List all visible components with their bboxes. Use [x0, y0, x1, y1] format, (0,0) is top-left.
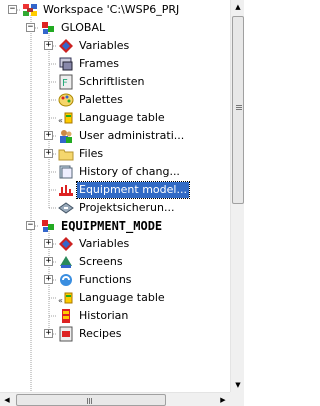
- workspace-tree[interactable]: − Workspace 'C:\WSP6_PRJ − GLOBAL + Variables…: [0, 0, 230, 392]
- tree-item[interactable]: History of chang...: [77, 164, 182, 180]
- tree-item[interactable]: Variables: [77, 236, 131, 252]
- tree-item[interactable]: Screens: [77, 254, 125, 270]
- user-admin-icon: [58, 128, 74, 144]
- expand-toggle[interactable]: +: [44, 41, 53, 50]
- expand-toggle[interactable]: +: [44, 275, 53, 284]
- tree-item[interactable]: EQUIPMENT_MODE: [59, 218, 164, 234]
- collapse-toggle[interactable]: −: [26, 23, 35, 32]
- expand-toggle[interactable]: +: [44, 131, 53, 140]
- tree-item[interactable]: Files: [77, 146, 105, 162]
- expand-toggle[interactable]: +: [44, 329, 53, 338]
- scroll-left-button[interactable]: ◀: [0, 393, 14, 406]
- vertical-scroll-thumb[interactable]: [232, 16, 244, 204]
- scroll-right-button[interactable]: ▶: [216, 393, 230, 406]
- equipment-model-icon: [58, 182, 74, 198]
- screens-icon: [58, 254, 74, 270]
- tree-item[interactable]: User administrati...: [77, 128, 186, 144]
- workspace-tree-panel: − Workspace 'C:\WSP6_PRJ − GLOBAL + Variables…: [0, 0, 244, 406]
- frames-icon: [58, 56, 74, 72]
- horizontal-scrollbar[interactable]: ◀ ▶: [0, 392, 230, 406]
- tree-item[interactable]: Language table: [77, 290, 167, 306]
- project-icon: [40, 20, 56, 36]
- expand-toggle[interactable]: +: [44, 257, 53, 266]
- language-table-icon: «: [58, 110, 74, 126]
- tree-item[interactable]: Palettes: [77, 92, 125, 108]
- tree-item[interactable]: Language table: [77, 110, 167, 126]
- tree-item[interactable]: Functions: [77, 272, 134, 288]
- vertical-scrollbar[interactable]: ▲ ▼: [230, 0, 244, 392]
- variables-icon: [58, 236, 74, 252]
- tree-item[interactable]: Schriftlisten: [77, 74, 146, 90]
- tree-item[interactable]: Variables: [77, 38, 131, 54]
- tree-item[interactable]: Workspace 'C:\WSP6_PRJ: [41, 2, 181, 18]
- history-icon: [58, 164, 74, 180]
- horizontal-scroll-thumb[interactable]: [16, 394, 166, 406]
- collapse-toggle[interactable]: −: [8, 5, 17, 14]
- expand-toggle[interactable]: +: [44, 239, 53, 248]
- svg-text:«: «: [58, 116, 63, 125]
- project-backup-icon: [58, 200, 74, 216]
- language-table-icon: «: [58, 290, 74, 306]
- tree-item[interactable]: Recipes: [77, 326, 124, 342]
- expand-toggle[interactable]: +: [44, 149, 53, 158]
- svg-text:F: F: [62, 78, 68, 89]
- tree-item[interactable]: GLOBAL: [59, 20, 107, 36]
- project-icon: [40, 218, 56, 234]
- tree-item[interactable]: Projektsicherun...: [77, 200, 177, 216]
- scrollbar-corner: [230, 392, 244, 406]
- historian-icon: [58, 308, 74, 324]
- tree-item[interactable]: Historian: [77, 308, 130, 324]
- palette-icon: [58, 92, 74, 108]
- tree-item-selected[interactable]: Equipment model...: [76, 181, 190, 199]
- svg-text:«: «: [58, 296, 63, 305]
- functions-icon: [58, 272, 74, 288]
- scroll-up-button[interactable]: ▲: [231, 0, 244, 14]
- tree-item[interactable]: Frames: [77, 56, 121, 72]
- variables-icon: [58, 38, 74, 54]
- scroll-down-button[interactable]: ▼: [231, 378, 244, 392]
- folder-icon: [58, 146, 74, 162]
- font-list-icon: F: [58, 74, 74, 90]
- workspace-icon: [22, 2, 38, 18]
- collapse-toggle[interactable]: −: [26, 221, 35, 230]
- recipes-icon: [58, 326, 74, 342]
